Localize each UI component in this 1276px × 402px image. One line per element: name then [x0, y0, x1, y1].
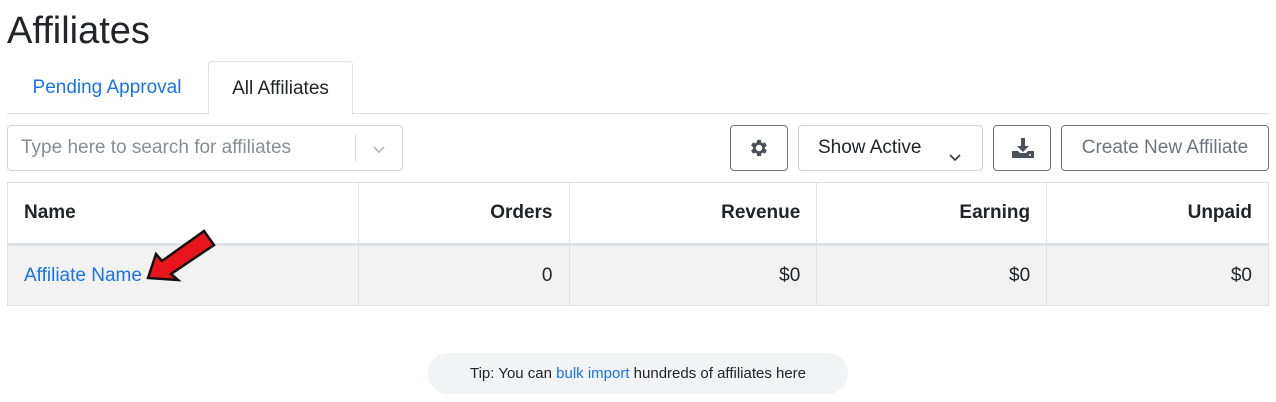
settings-button[interactable] — [730, 125, 788, 171]
status-filter-select[interactable]: Show Active — [798, 125, 983, 171]
search-separator — [355, 135, 356, 161]
chevron-down-icon — [946, 139, 964, 183]
search-input[interactable] — [8, 126, 354, 170]
tip-suffix: hundreds of affiliates here — [629, 365, 807, 382]
tip-banner: Tip: You can bulk import hundreds of aff… — [428, 353, 848, 394]
cell-unpaid: $0 — [1046, 244, 1269, 306]
annotation-arrow-icon — [146, 229, 216, 282]
column-header-earning[interactable]: Earning — [816, 182, 1048, 246]
gear-icon — [751, 139, 767, 157]
cell-earning: $0 — [816, 244, 1048, 306]
column-header-revenue[interactable]: Revenue — [568, 182, 818, 246]
status-filter-value: Show Active — [818, 137, 922, 158]
page-title: Affiliates — [7, 10, 150, 52]
column-header-orders[interactable]: Orders — [357, 182, 570, 246]
cell-revenue: $0 — [568, 244, 818, 306]
tip-prefix: Tip: You can — [469, 365, 557, 382]
download-button[interactable] — [993, 125, 1051, 171]
create-affiliate-button[interactable]: Create New Affiliate — [1061, 125, 1269, 171]
tab-all-affiliates[interactable]: All Affiliates — [208, 61, 353, 115]
tab-pending-approval[interactable]: Pending Approval — [7, 61, 207, 114]
cell-orders: 0 — [357, 244, 570, 306]
tab-bar: Pending Approval All Affiliates — [7, 61, 1269, 115]
affiliate-name-link[interactable]: Affiliate Name — [24, 265, 142, 286]
download-icon — [1012, 138, 1034, 158]
search-select[interactable] — [7, 125, 403, 171]
bulk-import-link[interactable]: bulk import — [556, 365, 629, 382]
chevron-down-icon[interactable] — [369, 139, 389, 159]
column-header-unpaid[interactable]: Unpaid — [1046, 182, 1269, 246]
